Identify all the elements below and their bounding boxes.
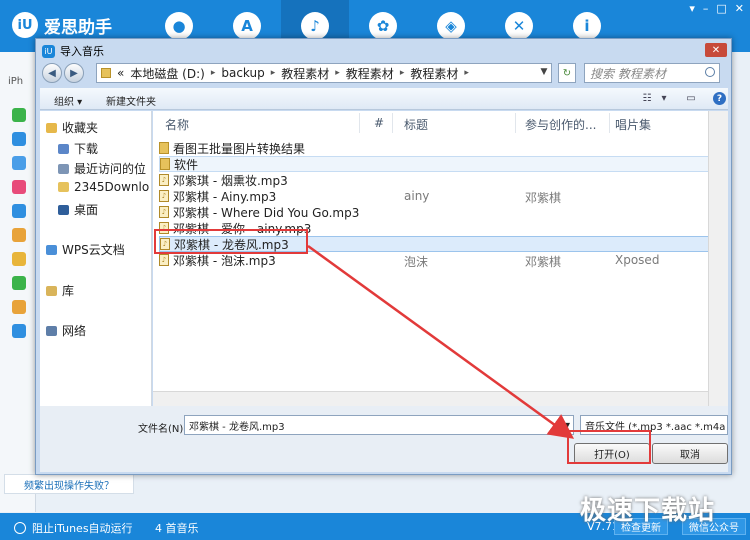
annotation-arrow [307, 244, 575, 439]
watermark: 极速下载站 [580, 496, 716, 526]
